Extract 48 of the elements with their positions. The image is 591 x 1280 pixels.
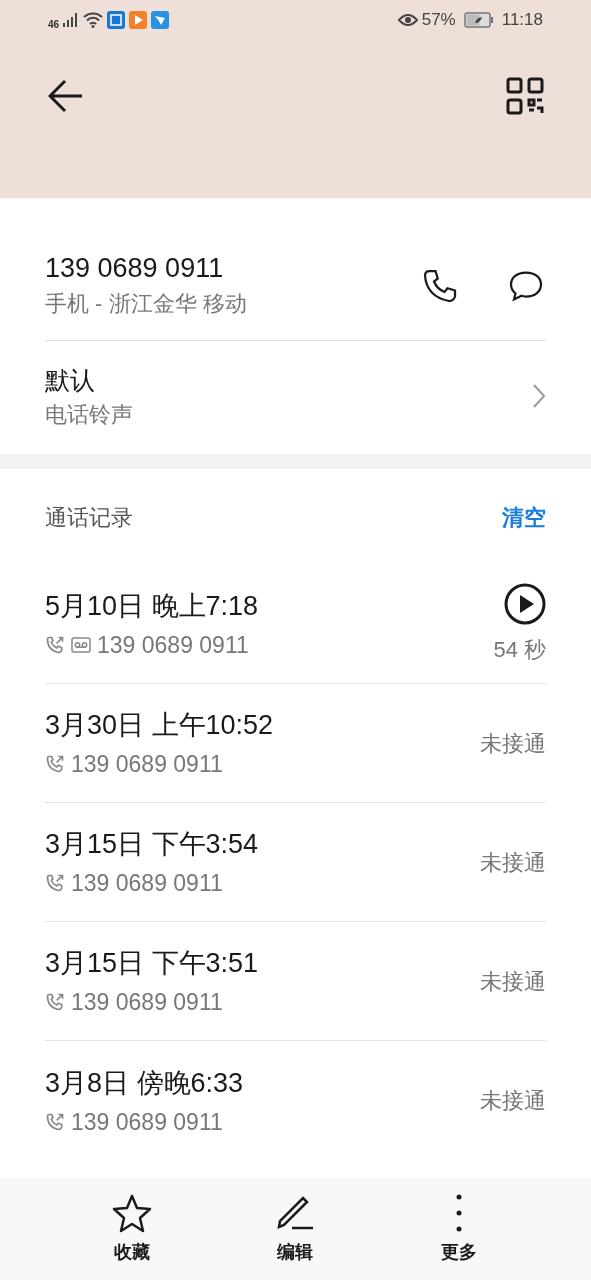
call-entry[interactable]: 3月15日 下午3:54 139 0689 0911 未接通 <box>45 803 546 922</box>
signal-icon <box>63 13 80 27</box>
star-icon <box>111 1192 152 1233</box>
call-number: 139 0689 0911 <box>71 750 223 779</box>
number-detail: 手机 - 浙江金华 移动 <box>45 290 247 318</box>
wifi-icon <box>83 12 104 28</box>
call-date: 3月30日 上午10:52 <box>45 709 274 742</box>
outgoing-call-icon <box>45 1111 65 1132</box>
video-app-icon <box>129 11 148 29</box>
call-date: 5月10日 晚上7:18 <box>45 590 259 623</box>
call-number: 139 0689 0911 <box>71 1107 223 1137</box>
call-entry[interactable]: 5月10日 晚上7:18 139 0689 0911 54 秒 <box>45 565 546 684</box>
outgoing-call-icon <box>45 992 65 1012</box>
edit-button[interactable]: 编辑 <box>245 1178 346 1280</box>
outgoing-call-icon <box>45 754 65 774</box>
call-entry[interactable]: 3月8日 傍晚6:33 139 0689 0911 未接通 <box>45 1041 546 1160</box>
call-status: 未接通 <box>480 729 546 758</box>
battery-percent: 57% <box>421 9 456 32</box>
call-status: 未接通 <box>480 1087 546 1115</box>
ringtone-label: 电话铃声 <box>45 401 133 429</box>
network-type: 46 <box>48 17 60 32</box>
ringtone-row[interactable]: 默认 电话铃声 <box>45 341 546 451</box>
call-status: 未接通 <box>480 967 546 996</box>
call-number: 139 0689 0911 <box>71 988 223 1017</box>
call-number: 139 0689 0911 <box>97 631 249 660</box>
call-date: 3月15日 下午3:54 <box>45 828 259 861</box>
call-date: 3月15日 下午3:51 <box>45 947 259 980</box>
qr-code-button[interactable] <box>505 76 545 116</box>
eye-icon <box>397 13 418 27</box>
chevron-right-icon <box>532 383 546 409</box>
more-button[interactable]: 更多 <box>409 1178 510 1280</box>
phone-number: 139 0689 0911 <box>45 252 225 285</box>
section-title: 通话记录 <box>45 503 133 532</box>
clear-button[interactable]: 清空 <box>502 500 546 534</box>
app-icon <box>107 11 126 29</box>
call-number: 139 0689 0911 <box>71 869 223 898</box>
call-entry[interactable]: 3月15日 下午3:51 139 0689 0911 未接通 <box>45 922 546 1041</box>
call-entry[interactable]: 3月30日 上午10:52 139 0689 0911 未接通 <box>45 684 546 803</box>
call-date: 3月8日 傍晚6:33 <box>45 1066 244 1100</box>
call-duration: 54 秒 <box>493 635 546 664</box>
favorite-button[interactable]: 收藏 <box>81 1178 182 1280</box>
play-button[interactable] <box>504 582 546 625</box>
outgoing-call-icon <box>45 635 65 655</box>
battery-icon <box>463 12 494 28</box>
clock: 11:18 <box>501 9 543 32</box>
call-status: 未接通 <box>480 848 546 877</box>
ringtone-value: 默认 <box>45 365 96 396</box>
outgoing-call-icon <box>45 873 65 893</box>
